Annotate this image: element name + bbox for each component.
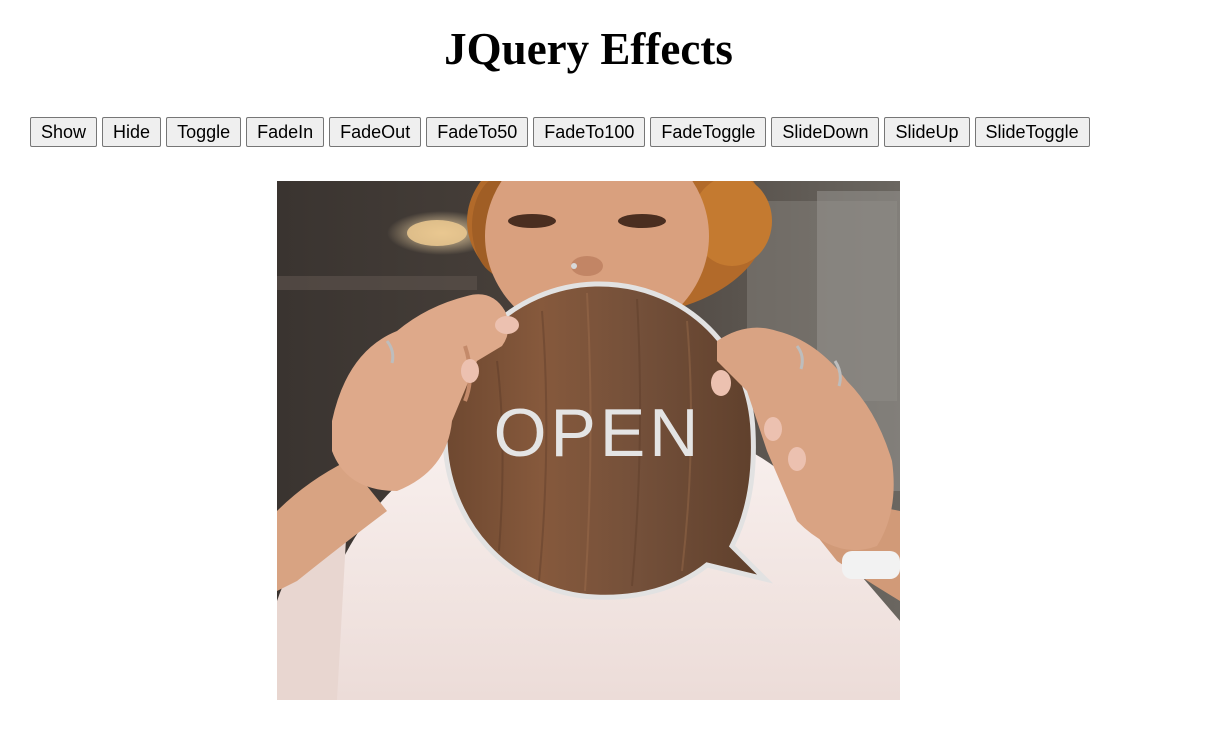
show-button[interactable]: Show — [30, 117, 98, 147]
open-sign-photo: OPEN — [277, 181, 900, 700]
fadeto50-button[interactable]: FadeTo50 — [426, 117, 529, 147]
fadein-button[interactable]: FadeIn — [246, 117, 325, 147]
effect-target-image: OPEN — [277, 181, 900, 700]
fadetoggle-button[interactable]: FadeToggle — [650, 117, 767, 147]
effect-button-row: Show Hide Toggle FadeIn FadeOut FadeTo50… — [30, 117, 1090, 147]
slidedown-button[interactable]: SlideDown — [771, 117, 880, 147]
fadeout-button[interactable]: FadeOut — [329, 117, 422, 147]
slideup-button[interactable]: SlideUp — [884, 117, 970, 147]
page-title: JQuery Effects — [444, 24, 733, 74]
hide-button[interactable]: Hide — [102, 117, 162, 147]
slidetoggle-button[interactable]: SlideToggle — [974, 117, 1090, 147]
sign-text: OPEN — [494, 395, 703, 471]
fadeto100-button[interactable]: FadeTo100 — [533, 117, 646, 147]
toggle-button[interactable]: Toggle — [166, 117, 242, 147]
